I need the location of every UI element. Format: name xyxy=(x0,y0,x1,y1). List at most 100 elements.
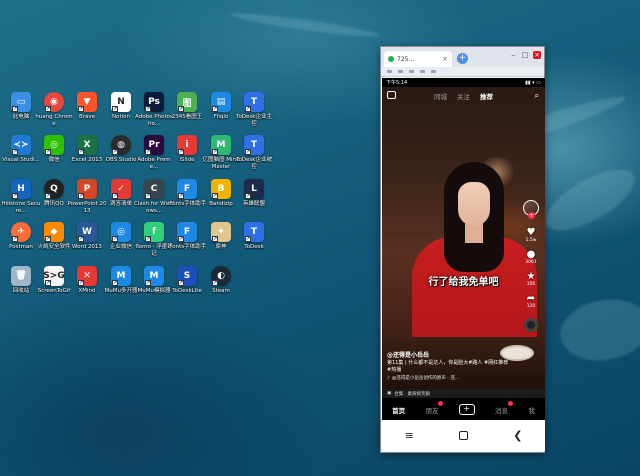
tab-recommended[interactable]: 推荐 xyxy=(480,91,493,101)
phone-mirror-window[interactable]: 725... × + – □ × 下午5:14 ▮▮ ▾ ▭ 行了给我免单吧 同… xyxy=(380,46,545,453)
desktop-icon[interactable]: T ↗ ToDesk企业被控 xyxy=(236,135,272,170)
share-button[interactable]: ➦ 120 xyxy=(527,293,536,309)
tab-close-icon[interactable]: × xyxy=(442,55,448,63)
tab-friends-label: 朋友 xyxy=(425,406,439,415)
desktop-icon[interactable]: F ↗ iFonts字体助手 xyxy=(168,222,206,251)
desktop-icon[interactable]: ✕ ↗ XMind xyxy=(70,266,104,295)
desktop-icon[interactable]: B ↗ Bandizip xyxy=(204,179,238,208)
like-button[interactable]: ♥ 1.5w xyxy=(526,227,537,243)
favorite-button[interactable]: ★ 356 xyxy=(527,271,536,287)
like-count: 1.5w xyxy=(525,238,537,243)
maximize-button[interactable]: □ xyxy=(521,51,529,59)
window-tab-bar: 725... × + – □ × xyxy=(381,47,544,67)
desktop-icon[interactable]: H ↗ Hillstone Secure... xyxy=(1,179,41,214)
hillstone-icon: H ↗ xyxy=(11,179,31,199)
toolbar-icon[interactable] xyxy=(409,70,414,73)
obs-icon: ◍ ↗ xyxy=(111,135,131,155)
desktop-icon-label: ToDesk xyxy=(244,244,264,250)
desktop-icon[interactable]: ▤ ↗ Fliqlo xyxy=(204,92,238,121)
back-icon[interactable]: ❮ xyxy=(513,429,522,442)
desktop-icon[interactable]: ◎ ↗ 微信 xyxy=(37,135,71,164)
desktop-icon[interactable]: L ↗ 英雄联盟 xyxy=(237,179,271,208)
desktop-icon[interactable]: X ↗ Excel 2013 xyxy=(70,135,104,164)
desktop-icon[interactable]: ≺≻ ↗ Visual Studi... xyxy=(2,135,40,164)
wallpaper-streak xyxy=(536,157,640,243)
tab-me[interactable]: 我 xyxy=(528,405,535,415)
add-tab-button[interactable]: + xyxy=(457,53,468,64)
toolbar-icon[interactable] xyxy=(420,70,425,73)
word-icon: W ↗ xyxy=(77,222,97,242)
follow-plus-icon[interactable]: + xyxy=(528,212,535,219)
music-info[interactable]: ♪ @还得是小岳岳创作的原声 - 还... xyxy=(387,375,512,382)
desktop-icon[interactable]: S>G ↗ ScreenToGif xyxy=(37,266,71,295)
desktop-icon[interactable]: ◎ ↗ 企业微信 xyxy=(104,222,138,251)
tab-messages[interactable]: 消息 xyxy=(495,400,514,415)
desktop-icon[interactable]: i ↗ iSlide xyxy=(170,135,204,164)
tab-friends[interactable]: 朋友 xyxy=(425,400,444,415)
desktop-icon[interactable]: ◍ ↗ OBS Studio xyxy=(104,135,138,164)
huorong-icon: ◆ ↗ xyxy=(44,222,64,242)
desktop-icon[interactable]: M ↗ 亿图脑图 MindMaster xyxy=(203,135,240,170)
desktop-icon[interactable]: T ↗ ToDesk xyxy=(237,222,271,251)
desktop-icon[interactable]: S ↗ ToDeskLite xyxy=(170,266,204,295)
desktop-icon[interactable]: M ↗ MuMu模拟器 xyxy=(137,266,171,295)
desktop-icon[interactable]: M ↗ MuMu多开器 xyxy=(104,266,138,295)
2345-viewer-icon: 图 ↗ xyxy=(177,92,197,112)
comment-button[interactable]: ● 3061 xyxy=(525,249,536,265)
toolbar-icon[interactable] xyxy=(398,70,403,73)
toolbar-icon[interactable] xyxy=(387,70,392,73)
phone-screen[interactable]: 下午5:14 ▮▮ ▾ ▭ 行了给我免单吧 同城 关注 推荐 ⌕ + ♥ 1.5… xyxy=(382,78,545,421)
desktop-icon[interactable]: ▭ ↗ 此电脑 xyxy=(4,92,38,121)
home-icon[interactable] xyxy=(459,431,468,440)
desktop-icon[interactable]: ◆ ↗ 火绒安全软件 xyxy=(37,222,71,251)
desktop-icon[interactable]: Q ↗ 腾讯QQ xyxy=(37,179,71,208)
desktop-icon[interactable]: f ↗ flomo · 浮墨笔记 xyxy=(135,222,173,257)
live-icon[interactable] xyxy=(387,91,396,99)
desktop-icon[interactable]: ✓ ↗ 滴答清单 xyxy=(104,179,138,208)
menu-icon[interactable]: ≡ xyxy=(405,429,414,442)
desktop-icon[interactable]: W ↗ Word 2013 xyxy=(70,222,104,251)
shortcut-arrow-icon: ↗ xyxy=(12,236,18,242)
music-disc-icon[interactable] xyxy=(524,318,538,332)
todesk-app-icon: T ↗ xyxy=(244,222,264,242)
desktop-icon[interactable]: 🗑 回收站 xyxy=(4,266,38,295)
shortcut-arrow-icon: ↗ xyxy=(245,193,251,199)
desktop-icon[interactable]: 图 ↗ 2345看图王 xyxy=(170,92,204,121)
toolbar-icon[interactable] xyxy=(431,70,436,73)
tab-home[interactable]: 首页 xyxy=(392,405,405,415)
video-action-column: + ♥ 1.5w ● 3061 ★ 356 ➦ 120 xyxy=(521,200,541,332)
video-scene-person xyxy=(458,182,490,226)
tab-following[interactable]: 关注 xyxy=(457,91,470,101)
window-tab[interactable]: 725... × xyxy=(384,51,452,67)
search-icon[interactable]: ⌕ xyxy=(535,91,539,101)
desktop-icon[interactable]: ✈ ↗ Postman xyxy=(4,222,38,251)
shortcut-arrow-icon: ↗ xyxy=(178,193,184,199)
desktop-icon[interactable]: C ↗ Clash for Windows... xyxy=(134,179,174,214)
create-button[interactable]: + xyxy=(458,404,475,415)
shortcut-arrow-icon: ↗ xyxy=(45,106,51,112)
mumu-emulator-icon: M ↗ xyxy=(144,266,164,286)
desktop-icon[interactable]: Pr ↗ Adobe Preme... xyxy=(137,135,171,170)
status-time: 下午5:14 xyxy=(386,80,408,86)
close-button[interactable]: × xyxy=(533,51,541,59)
desktop-icon[interactable]: ▼ ↗ Brave xyxy=(70,92,104,121)
minimize-button[interactable]: – xyxy=(509,51,517,59)
desktop-icon[interactable]: Ps ↗ Adobe Photosho... xyxy=(135,92,173,127)
shortcut-arrow-icon: ↗ xyxy=(178,236,184,242)
desktop-icon[interactable]: N ↗ Notion xyxy=(104,92,138,121)
desktop-icon[interactable]: F ↗ iFonts字体助手 xyxy=(168,179,206,208)
desktop-icon[interactable]: ◐ ↗ Steam xyxy=(204,266,238,295)
shortcut-arrow-icon: ↗ xyxy=(212,193,218,199)
desktop-icon[interactable]: P ↗ PowerPoint 2013 xyxy=(67,179,107,214)
collection-bar[interactable]: ▣ 合集 · 素质搞笑剧 xyxy=(382,389,545,398)
vscode-icon: ≺≻ ↗ xyxy=(11,135,31,155)
desktop-icon[interactable]: ◉ ↗ huang Chrome xyxy=(35,92,73,127)
author-avatar[interactable]: + xyxy=(523,200,539,219)
tab-nearby[interactable]: 同城 xyxy=(434,91,447,101)
comment-icon: ● xyxy=(526,249,536,260)
desktop-icon[interactable]: ✦ ↗ 原神 xyxy=(204,222,238,251)
share-icon: ➦ xyxy=(526,293,536,304)
author-name[interactable]: @还得是小岳岳 xyxy=(387,350,512,359)
shortcut-arrow-icon: ↗ xyxy=(145,280,151,286)
desktop-icon[interactable]: T ↗ ToDesk企业主控 xyxy=(236,92,272,127)
